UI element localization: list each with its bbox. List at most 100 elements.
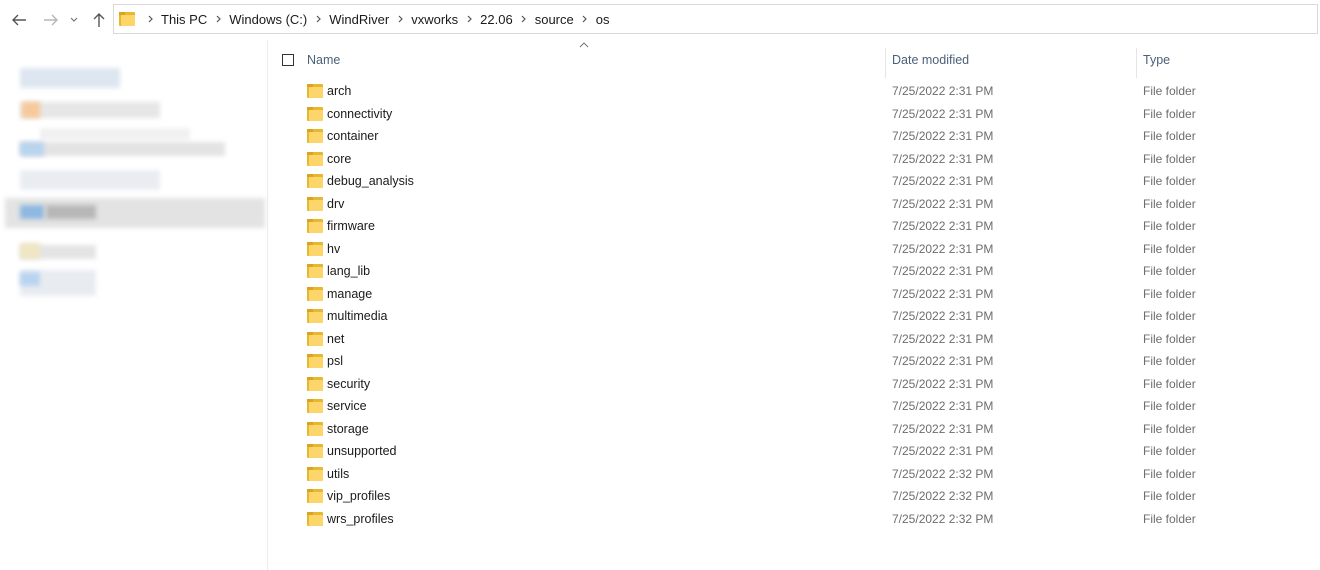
file-row[interactable]: storage 7/25/2022 2:31 PM File folder <box>270 418 1320 441</box>
column-header-row: Name Date modified Type <box>270 40 1320 82</box>
file-type: File folder <box>1143 241 1196 256</box>
recent-locations-button[interactable] <box>66 6 82 34</box>
folder-icon <box>307 489 323 503</box>
navigation-pane[interactable] <box>0 40 268 570</box>
breadcrumb-separator-icon[interactable] <box>458 15 480 23</box>
breadcrumb-separator-icon[interactable] <box>139 15 161 23</box>
breadcrumb: This PC Windows (C:) WindRiver vxworks 22.06… <box>139 12 609 27</box>
file-name[interactable]: manage <box>327 287 372 301</box>
file-type: File folder <box>1143 286 1196 301</box>
file-date-modified: 7/25/2022 2:31 PM <box>892 196 994 211</box>
file-date-modified: 7/25/2022 2:31 PM <box>892 286 994 301</box>
file-name[interactable]: vip_profiles <box>327 489 390 503</box>
file-date-modified: 7/25/2022 2:31 PM <box>892 84 994 98</box>
back-button[interactable] <box>8 6 30 34</box>
file-type: File folder <box>1143 84 1196 98</box>
file-row[interactable]: lang_lib 7/25/2022 2:31 PM File folder <box>270 260 1320 283</box>
arrow-left-icon <box>12 14 26 26</box>
blurred-region <box>20 243 40 259</box>
file-date-modified: 7/25/2022 2:31 PM <box>892 219 994 233</box>
file-name[interactable]: hv <box>327 242 340 256</box>
file-type: File folder <box>1143 354 1196 368</box>
file-row[interactable]: drv 7/25/2022 2:31 PM File folder <box>270 193 1320 216</box>
breadcrumb-item[interactable]: source <box>535 12 574 27</box>
folder-icon <box>307 331 323 346</box>
file-name[interactable]: psl <box>327 354 343 368</box>
blurred-region <box>46 205 96 219</box>
file-type: File folder <box>1143 106 1196 121</box>
file-date-modified: 7/25/2022 2:31 PM <box>892 241 994 256</box>
file-date-modified: 7/25/2022 2:31 PM <box>892 309 994 323</box>
blurred-region <box>20 170 160 190</box>
file-name[interactable]: service <box>327 399 367 413</box>
column-header-name[interactable]: Name <box>307 53 340 67</box>
file-row[interactable]: wrs_profiles 7/25/2022 2:32 PM File folder <box>270 508 1320 531</box>
file-row[interactable]: multimedia 7/25/2022 2:31 PM File folder <box>270 305 1320 328</box>
file-row[interactable]: utils 7/25/2022 2:32 PM File folder <box>270 463 1320 486</box>
blurred-region <box>20 68 120 88</box>
breadcrumb-item[interactable]: 22.06 <box>480 12 513 27</box>
folder-icon <box>307 376 323 391</box>
file-row[interactable]: arch 7/25/2022 2:31 PM File folder <box>270 80 1320 103</box>
address-bar[interactable]: This PC Windows (C:) WindRiver vxworks 22.06… <box>113 4 1318 34</box>
folder-icon <box>307 421 323 436</box>
file-name[interactable]: container <box>327 129 378 143</box>
file-date-modified: 7/25/2022 2:31 PM <box>892 129 994 143</box>
file-row[interactable]: firmware 7/25/2022 2:31 PM File folder <box>270 215 1320 238</box>
column-header-date-modified[interactable]: Date modified <box>892 53 969 67</box>
file-name[interactable]: multimedia <box>327 309 387 323</box>
forward-button[interactable] <box>40 6 62 34</box>
breadcrumb-separator-icon[interactable] <box>307 15 329 23</box>
up-button[interactable] <box>88 6 110 34</box>
breadcrumb-item[interactable]: Windows (C:) <box>229 12 307 27</box>
file-name[interactable]: drv <box>327 197 344 211</box>
file-name[interactable]: connectivity <box>327 107 392 121</box>
file-name[interactable]: lang_lib <box>327 264 370 278</box>
breadcrumb-item[interactable]: WindRiver <box>329 12 389 27</box>
breadcrumb-item[interactable]: This PC <box>161 12 207 27</box>
file-name[interactable]: wrs_profiles <box>327 512 394 526</box>
file-row[interactable]: net 7/25/2022 2:31 PM File folder <box>270 328 1320 351</box>
column-header-type[interactable]: Type <box>1143 53 1170 67</box>
select-all-checkbox[interactable] <box>282 54 294 66</box>
folder-icon <box>307 174 323 188</box>
folder-icon <box>119 12 135 26</box>
column-divider[interactable] <box>885 48 886 78</box>
blurred-region <box>20 142 44 156</box>
file-row[interactable]: service 7/25/2022 2:31 PM File folder <box>270 395 1320 418</box>
breadcrumb-separator-icon[interactable] <box>207 15 229 23</box>
folder-icon <box>307 354 323 368</box>
file-row[interactable]: core 7/25/2022 2:31 PM File folder <box>270 148 1320 171</box>
file-name[interactable]: arch <box>327 84 351 98</box>
file-name[interactable]: storage <box>327 422 369 436</box>
breadcrumb-separator-icon[interactable] <box>574 15 596 23</box>
file-name[interactable]: unsupported <box>327 444 397 458</box>
file-date-modified: 7/25/2022 2:31 PM <box>892 331 994 346</box>
file-name[interactable]: net <box>327 332 344 346</box>
file-row[interactable]: connectivity 7/25/2022 2:31 PM File folder <box>270 103 1320 126</box>
file-row[interactable]: container 7/25/2022 2:31 PM File folder <box>270 125 1320 148</box>
file-row[interactable]: manage 7/25/2022 2:31 PM File folder <box>270 283 1320 306</box>
file-row[interactable]: debug_analysis 7/25/2022 2:31 PM File fold… <box>270 170 1320 193</box>
file-name[interactable]: debug_analysis <box>327 174 414 188</box>
file-row[interactable]: vip_profiles 7/25/2022 2:32 PM File folder <box>270 485 1320 508</box>
file-date-modified: 7/25/2022 2:31 PM <box>892 399 994 413</box>
file-row[interactable]: unsupported 7/25/2022 2:31 PM File folder <box>270 440 1320 463</box>
file-row[interactable]: psl 7/25/2022 2:31 PM File folder <box>270 350 1320 373</box>
file-name[interactable]: utils <box>327 467 349 481</box>
file-name[interactable]: firmware <box>327 219 375 233</box>
file-name[interactable]: security <box>327 377 370 391</box>
folder-icon <box>307 84 323 98</box>
breadcrumb-separator-icon[interactable] <box>389 15 411 23</box>
column-divider[interactable] <box>1136 48 1137 78</box>
file-name[interactable]: core <box>327 152 351 166</box>
file-type: File folder <box>1143 219 1196 233</box>
blurred-region <box>20 102 160 118</box>
file-row[interactable]: security 7/25/2022 2:31 PM File folder <box>270 373 1320 396</box>
breadcrumb-item[interactable]: vxworks <box>411 12 458 27</box>
file-row[interactable]: hv 7/25/2022 2:31 PM File folder <box>270 238 1320 261</box>
file-type: File folder <box>1143 376 1196 391</box>
breadcrumb-item[interactable]: os <box>596 12 610 27</box>
breadcrumb-separator-icon[interactable] <box>513 15 535 23</box>
file-type: File folder <box>1143 196 1196 211</box>
